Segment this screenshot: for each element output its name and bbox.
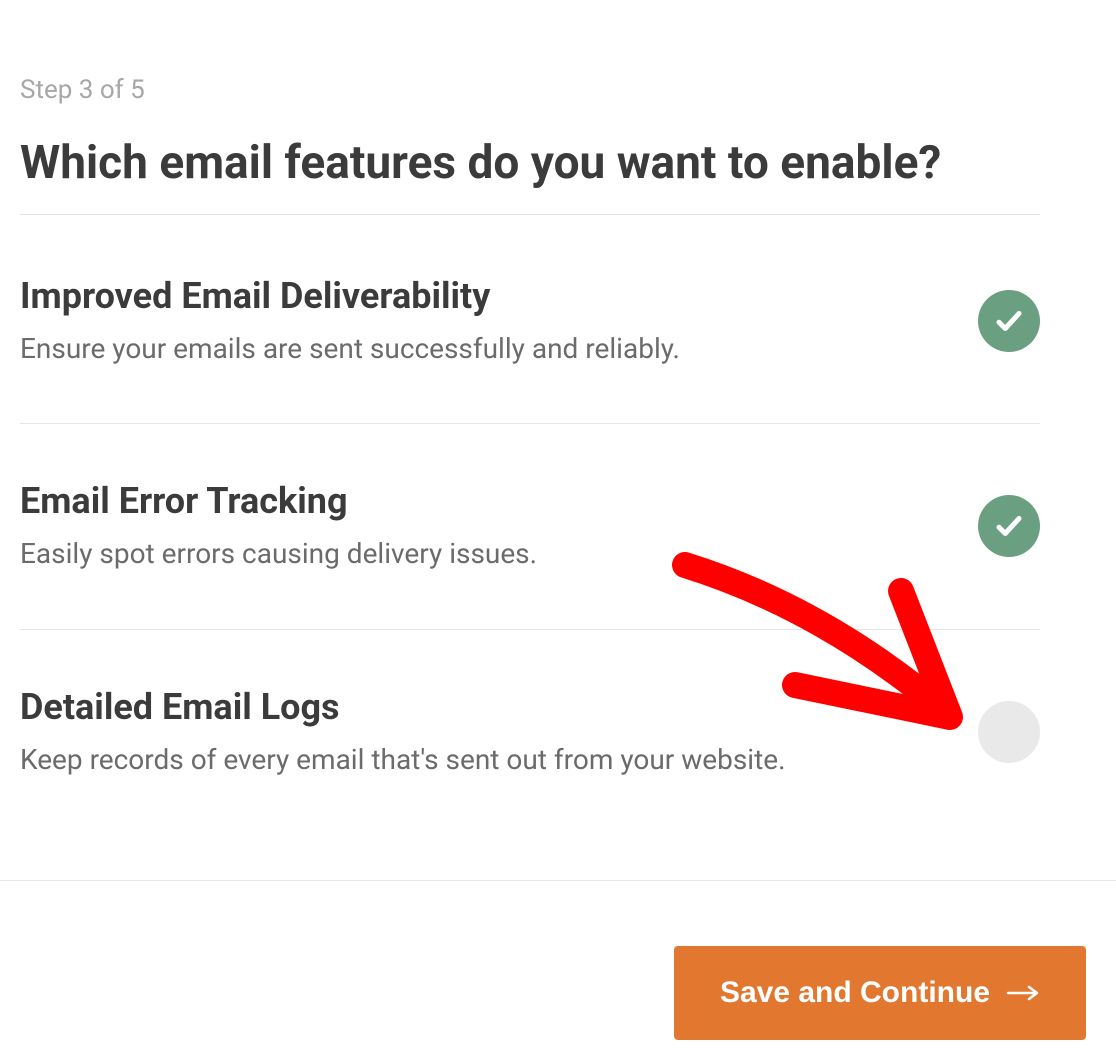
feature-row-email-logs: Detailed Email Logs Keep records of ever… [20,686,1040,834]
footer: Save and Continue [674,946,1086,1040]
check-icon [994,306,1024,336]
step-label: Step 3 of 5 [20,75,1096,105]
feature-text: Email Error Tracking Easily spot errors … [20,480,978,572]
save-button-label: Save and Continue [720,976,990,1010]
feature-title: Detailed Email Logs [20,686,958,728]
toggle-email-logs[interactable] [978,701,1040,763]
feature-text: Detailed Email Logs Keep records of ever… [20,686,978,778]
footer-divider [0,880,1116,881]
feature-title: Improved Email Deliverability [20,275,958,317]
feature-row-deliverability: Improved Email Deliverability Ensure you… [20,275,1040,424]
arrow-right-icon [1006,983,1040,1003]
feature-title: Email Error Tracking [20,480,958,522]
save-continue-button[interactable]: Save and Continue [674,946,1086,1040]
page-title: Which email features do you want to enab… [20,137,1040,215]
toggle-error-tracking[interactable] [978,495,1040,557]
feature-text: Improved Email Deliverability Ensure you… [20,275,978,367]
feature-desc: Keep records of every email that's sent … [20,742,958,778]
toggle-deliverability[interactable] [978,290,1040,352]
features-list: Improved Email Deliverability Ensure you… [20,215,1096,834]
check-icon [994,511,1024,541]
feature-desc: Ensure your emails are sent successfully… [20,331,958,367]
feature-row-error-tracking: Email Error Tracking Easily spot errors … [20,480,1040,629]
feature-desc: Easily spot errors causing delivery issu… [20,536,958,572]
